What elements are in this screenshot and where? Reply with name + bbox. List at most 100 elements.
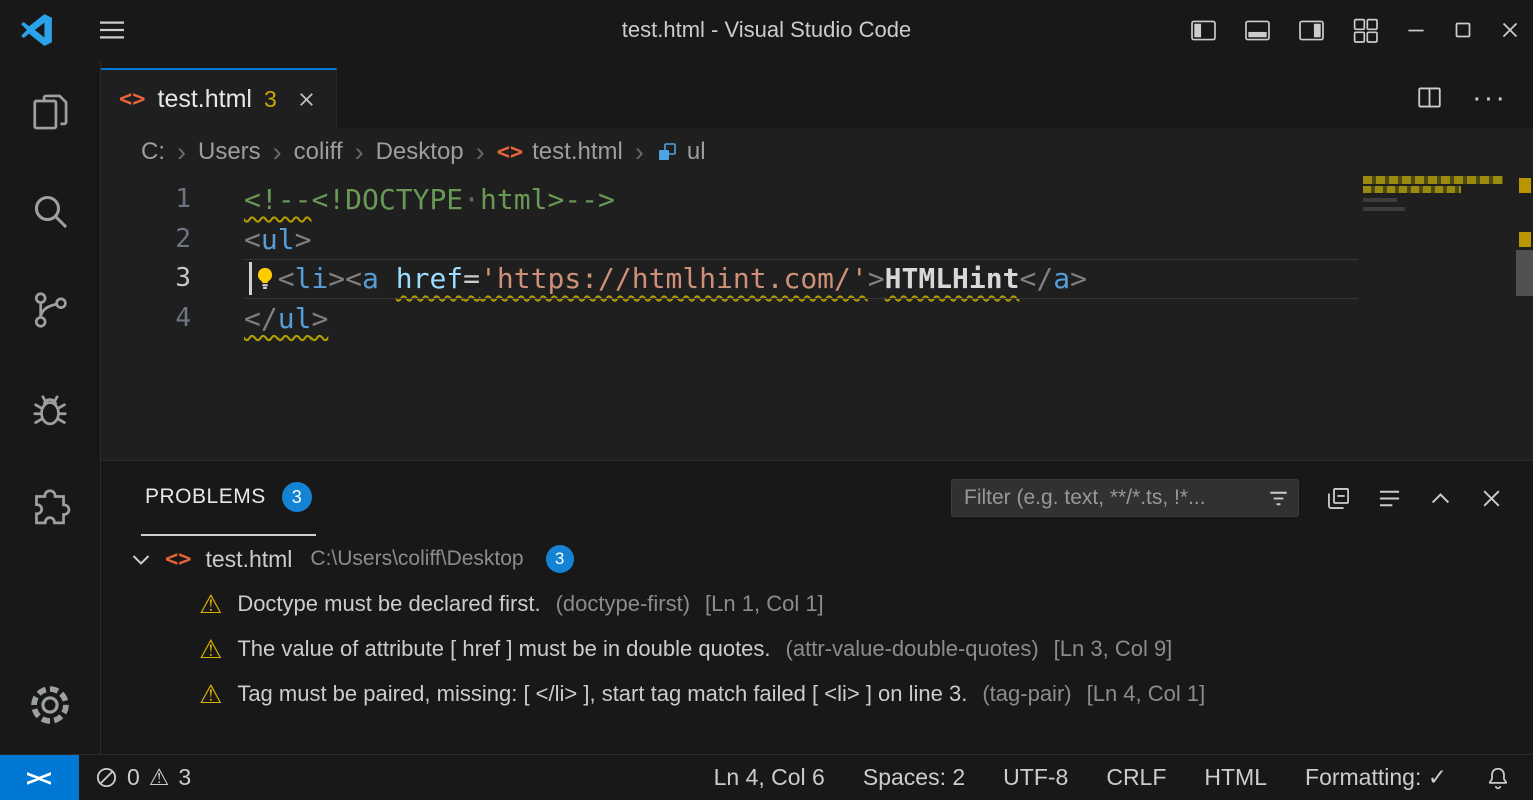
code-token: ul <box>278 302 312 335</box>
code-token: html>--> <box>480 183 615 216</box>
view-as-table-icon[interactable] <box>1376 485 1403 512</box>
activity-settings[interactable] <box>0 655 100 754</box>
minimap-line <box>1363 198 1397 202</box>
status-line-col[interactable]: Ln 4, Col 6 <box>714 764 825 791</box>
minimize-button[interactable] <box>1392 0 1439 60</box>
activity-search[interactable] <box>0 161 100 260</box>
warning-triangle-icon: ⚠ <box>199 636 222 662</box>
filter-icon[interactable] <box>1267 487 1290 510</box>
breadcrumb-coliff[interactable]: coliff <box>294 138 343 166</box>
problem-item-3[interactable]: ⚠ Tag must be paired, missing: [ </li> ]… <box>101 671 1533 716</box>
status-encoding[interactable]: UTF-8 <box>1003 764 1068 791</box>
problems-list: <> test.html C:\Users\coliff\Desktop 3 ⚠… <box>101 535 1533 716</box>
warning-triangle-icon: ⚠ <box>149 764 170 791</box>
line-number: 3 <box>101 259 244 299</box>
status-formatting[interactable]: Formatting: ✓ <box>1305 764 1447 791</box>
activity-bar <box>0 60 101 754</box>
split-editor-icon[interactable] <box>1415 83 1444 112</box>
activity-run-debug[interactable] <box>0 359 100 458</box>
minimap-line-highlight <box>1363 176 1503 184</box>
panel-close-icon[interactable] <box>1478 485 1505 512</box>
line-number: 1 <box>101 180 244 220</box>
breadcrumb-users[interactable]: Users <box>198 138 261 166</box>
editor-line-3-current[interactable]: 3 <li><a href='https://htmlhint.com/'>HT… <box>101 259 1533 299</box>
status-indentation[interactable]: Spaces: 2 <box>863 764 965 791</box>
tab-problems-badge: 3 <box>264 86 277 113</box>
scrollbar-thumb[interactable] <box>1516 250 1533 296</box>
minimap-line <box>1363 207 1405 211</box>
code-token: a <box>1053 262 1070 295</box>
problem-rule: (tag-pair) <box>982 681 1071 707</box>
status-language[interactable]: HTML <box>1204 764 1267 791</box>
minimap[interactable] <box>1363 176 1503 240</box>
code-editor[interactable]: 1 <!--<!DOCTYPE·html>--> 2 <ul> 3 <li><a… <box>101 176 1533 460</box>
window-title: test.html - Visual Studio Code <box>622 17 911 43</box>
remote-indicator[interactable]: >< <box>0 755 79 800</box>
breadcrumb-label: Users <box>198 138 261 166</box>
maximize-button[interactable] <box>1439 0 1486 60</box>
code-token: < <box>278 262 295 295</box>
status-problems[interactable]: 0 ⚠ 3 <box>79 755 207 800</box>
ruler-warning-mark <box>1519 178 1531 193</box>
text-cursor <box>249 262 252 295</box>
workbench: <> test.html 3 ··· C: › Users › <box>101 60 1533 754</box>
activity-explorer[interactable] <box>0 62 100 161</box>
status-spacer <box>207 755 713 800</box>
code-token: > <box>1070 262 1087 295</box>
tab-problems[interactable]: PROBLEMS 3 <box>141 460 316 536</box>
menu-hamburger-icon[interactable] <box>96 14 128 46</box>
breadcrumb-file[interactable]: <>test.html <box>497 138 623 166</box>
breadcrumb-desktop[interactable]: Desktop <box>376 138 464 166</box>
problems-file-group[interactable]: <> test.html C:\Users\coliff\Desktop 3 <box>101 537 1533 581</box>
status-warning-count: 3 <box>178 764 191 791</box>
editor-line-4[interactable]: 4 </ul> <box>101 299 1533 339</box>
toggle-panel-icon[interactable] <box>1230 0 1284 60</box>
close-button[interactable] <box>1486 0 1533 60</box>
notifications-bell-icon[interactable] <box>1485 765 1511 791</box>
toggle-secondary-sidebar-icon[interactable] <box>1284 0 1338 60</box>
code-token: </ <box>244 302 278 335</box>
panel-maximize-chevron-up-icon[interactable] <box>1427 485 1454 512</box>
code-text: </ul> <box>244 299 328 339</box>
toggle-primary-sidebar-icon[interactable] <box>1176 0 1230 60</box>
line-number: 2 <box>101 220 244 260</box>
activity-extensions[interactable] <box>0 458 100 557</box>
activity-source-control[interactable] <box>0 260 100 359</box>
code-token: ul <box>261 223 295 256</box>
chevron-down-icon[interactable] <box>131 553 151 566</box>
editor-section: <> test.html 3 ··· C: › Users › <box>101 60 1533 460</box>
vscode-window: test.html - Visual Studio Code <box>0 0 1533 800</box>
code-token: < <box>244 223 261 256</box>
error-circle-icon <box>95 766 118 789</box>
code-text: <ul> <box>244 220 311 260</box>
files-icon <box>28 90 72 134</box>
problems-file-path: C:\Users\coliff\Desktop <box>310 547 523 571</box>
breadcrumb-drive[interactable]: C: <box>141 138 165 166</box>
problem-item-2[interactable]: ⚠ The value of attribute [ href ] must b… <box>101 626 1533 671</box>
tab-test-html[interactable]: <> test.html 3 <box>101 68 337 128</box>
warning-triangle-icon: ⚠ <box>199 681 222 707</box>
problems-filter-input[interactable] <box>951 479 1299 517</box>
code-token-url[interactable]: 'https://htmlhint.com/' <box>480 262 868 295</box>
problems-tab-label: PROBLEMS <box>145 485 266 509</box>
customize-layout-icon[interactable] <box>1338 0 1392 60</box>
extensions-icon <box>28 486 72 530</box>
titlebar-right <box>1176 0 1533 60</box>
symbol-element-icon <box>656 141 678 163</box>
breadcrumb-symbol-ul[interactable]: ul <box>656 138 706 166</box>
collapse-all-icon[interactable] <box>1325 485 1352 512</box>
code-token: <!-- <box>244 183 311 216</box>
code-token: = <box>463 262 480 295</box>
tab-close-icon[interactable] <box>295 88 318 111</box>
line-number: 4 <box>101 299 244 339</box>
editor-line-1[interactable]: 1 <!--<!DOCTYPE·html>--> <box>101 180 1533 220</box>
panel-actions <box>1313 485 1505 512</box>
overview-ruler-scrollbar[interactable] <box>1516 176 1533 460</box>
status-eol[interactable]: CRLF <box>1106 764 1166 791</box>
html-file-icon: <> <box>497 140 524 165</box>
problem-item-1[interactable]: ⚠ Doctype must be declared first. (docty… <box>101 581 1533 626</box>
titlebar: test.html - Visual Studio Code <box>0 0 1533 60</box>
more-actions-icon[interactable]: ··· <box>1472 93 1507 103</box>
lightbulb-icon[interactable] <box>252 265 278 291</box>
editor-line-2[interactable]: 2 <ul> <box>101 220 1533 260</box>
